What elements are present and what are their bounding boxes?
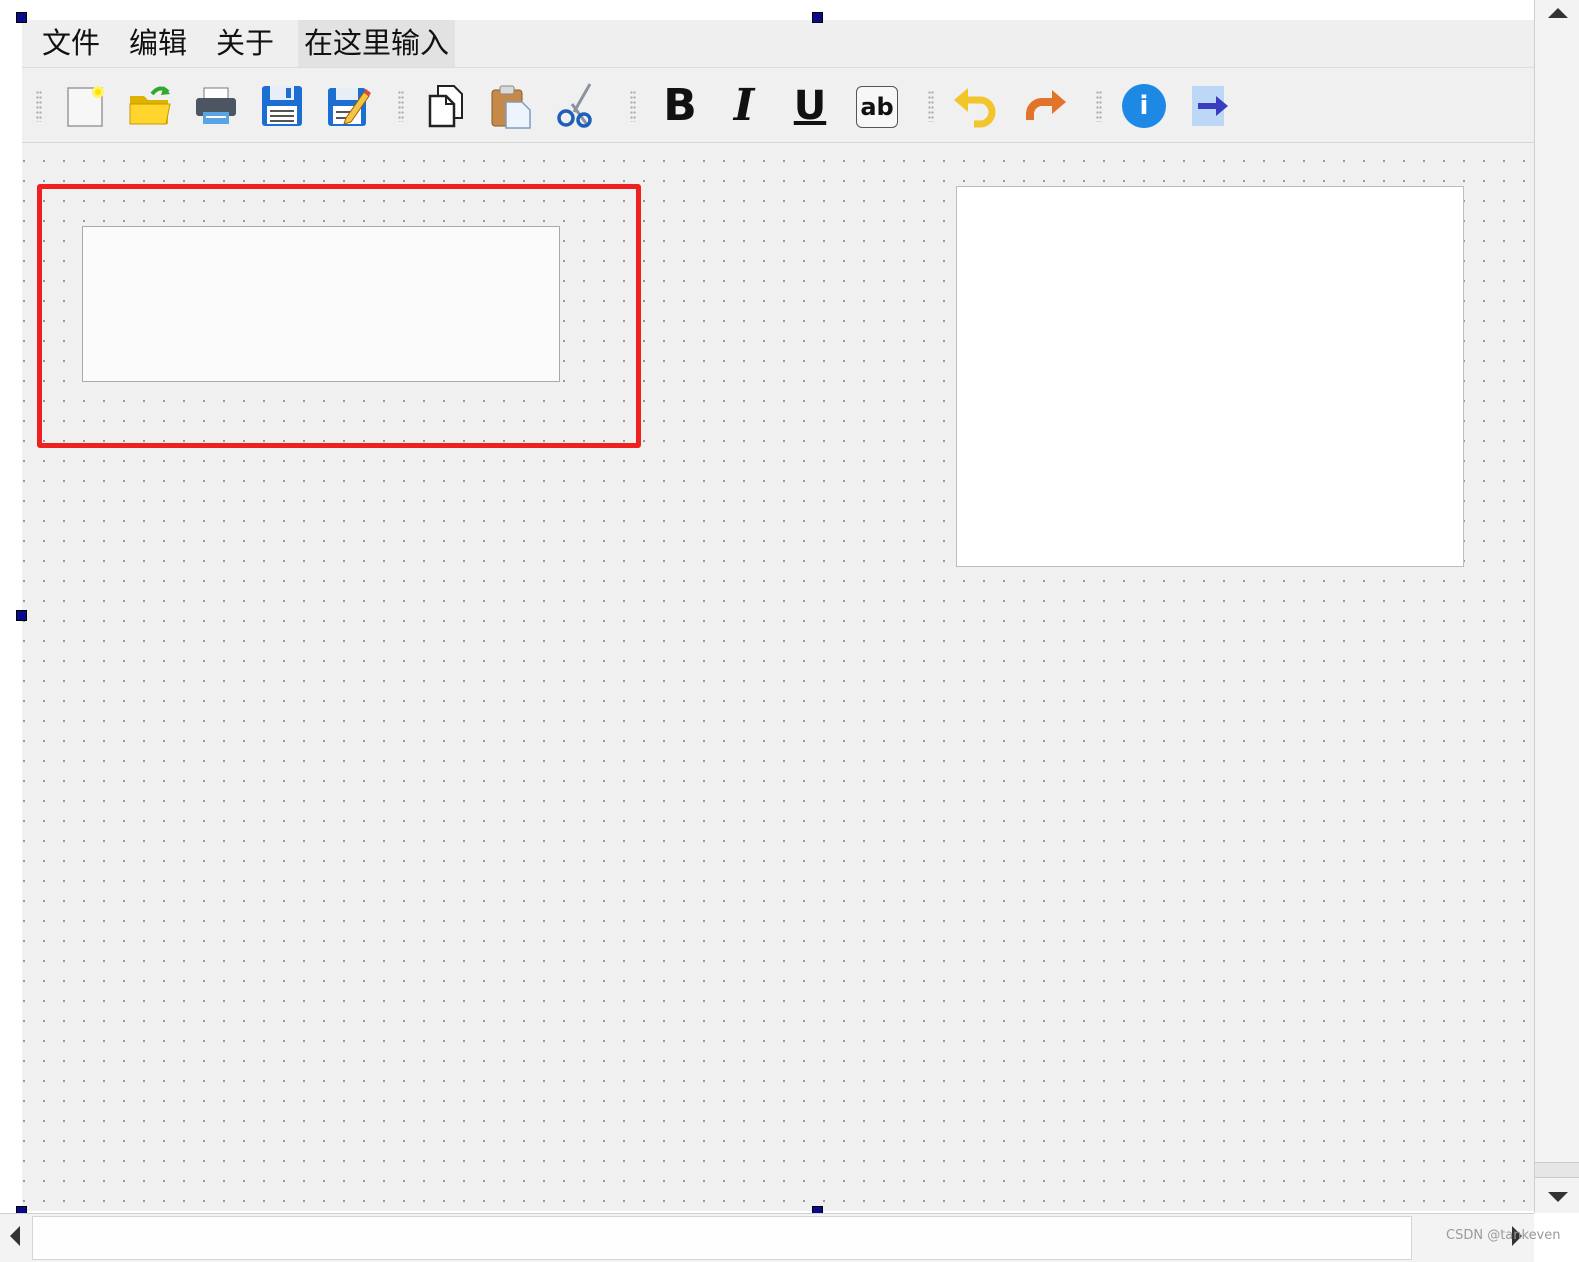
toolbar-grip[interactable] <box>630 90 636 122</box>
save-as-icon[interactable] <box>324 82 372 130</box>
copy-icon[interactable] <box>422 82 470 130</box>
scroll-down-icon[interactable] <box>1548 1192 1568 1202</box>
toolbar-grip[interactable] <box>1096 90 1102 122</box>
selection-handle[interactable] <box>812 12 823 23</box>
info-icon[interactable]: i <box>1122 84 1166 128</box>
open-folder-icon[interactable] <box>126 82 174 130</box>
exit-arrow-icon[interactable] <box>1188 82 1236 130</box>
menu-about[interactable]: 关于 <box>210 20 280 67</box>
menu-type-here[interactable]: 在这里输入 <box>298 20 456 67</box>
italic-icon[interactable]: I <box>720 82 768 130</box>
print-icon[interactable] <box>192 82 240 130</box>
watermark: CSDN @tankeven <box>1446 1228 1561 1243</box>
menu-bar: 文件 编辑 关于 在这里输入 <box>22 20 1534 68</box>
selection-handle[interactable] <box>16 12 27 23</box>
placed-widget-right[interactable] <box>956 186 1464 567</box>
underline-icon[interactable]: U <box>786 82 834 130</box>
toolbar: B I U ab i <box>22 68 1534 143</box>
selection-handle[interactable] <box>16 610 27 621</box>
paste-icon[interactable] <box>488 82 536 130</box>
scroll-left-icon[interactable] <box>10 1226 20 1246</box>
horizontal-scroll-thumb[interactable] <box>32 1216 1412 1260</box>
bold-icon[interactable]: B <box>656 82 704 130</box>
menu-edit[interactable]: 编辑 <box>123 20 193 67</box>
placed-widget-left[interactable] <box>82 226 560 382</box>
new-file-icon[interactable] <box>62 82 110 130</box>
vertical-scroll-thumb[interactable] <box>1535 1162 1579 1178</box>
horizontal-scrollbar[interactable] <box>0 1213 1534 1262</box>
cut-icon[interactable] <box>554 82 602 130</box>
menu-file[interactable]: 文件 <box>36 20 106 67</box>
undo-icon[interactable] <box>952 82 1000 130</box>
toolbar-grip[interactable] <box>36 90 42 122</box>
vertical-scrollbar[interactable] <box>1534 0 1579 1213</box>
toolbar-grip[interactable] <box>928 90 934 122</box>
redo-icon[interactable] <box>1020 82 1068 130</box>
save-icon[interactable] <box>258 82 306 130</box>
toolbar-grip[interactable] <box>398 90 404 122</box>
scroll-up-icon[interactable] <box>1548 8 1568 18</box>
font-icon[interactable]: ab <box>856 86 898 128</box>
